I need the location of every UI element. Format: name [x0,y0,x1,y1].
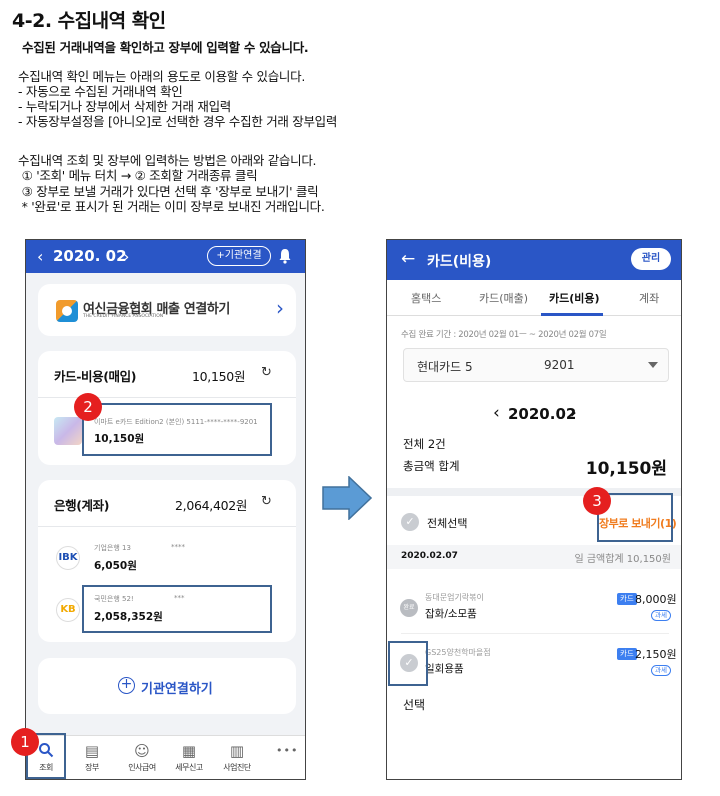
date-group-header: 2020.02.07 일 금액합계 10,150원 [387,545,681,569]
tab-account[interactable]: 계좌 [639,290,659,306]
nav-item-ledger[interactable]: ▤ 장부 [72,736,112,773]
divider [38,526,296,527]
divider [401,633,669,634]
category: 잡화/소모품 [425,608,477,620]
card-item-highlight [82,403,272,456]
tax-tag: 과세 [651,610,671,621]
month-label: 2020. 02 [53,247,127,265]
refresh-icon[interactable]: ↻ [261,365,272,380]
step-3-badge: 3 [583,487,611,515]
account-name: 기업은행 13 [94,544,131,552]
group-sum: 일 금액합계 10,150원 [574,554,671,565]
banner-subtext: THE CREDIT FINANCE ASSOCIATION [83,314,164,319]
group-date: 2020.02.07 [401,551,458,561]
dropdown-caret-icon [648,362,658,368]
checkbox-highlight [388,641,428,686]
chevron-left-icon[interactable]: ‹ [493,403,500,423]
total-amount-label: 총금액 합계 [403,459,460,473]
usage-line: - 자동으로 수집된 거래내역 확인 [18,84,183,99]
tax-icon: ▦ [181,742,197,760]
app-header: ‹ 2020. 02 › +기관연결 [26,240,305,273]
nav-label: 인사급여 [128,763,156,772]
method-line: ① '조회' 메뉴 터치 → ② 조회할 거래종류 클릭 [18,168,258,183]
active-tab-indicator [541,313,603,316]
chevron-right-icon[interactable]: › [123,247,129,266]
tax-tag: 과세 [651,665,671,676]
chevron-left-icon[interactable]: ‹ [37,247,43,266]
completed-badge: 완료 [400,599,418,617]
tab-hometax[interactable]: 홈택스 [411,290,441,306]
nav-item-tax[interactable]: ▦ 세무신고 [169,736,209,773]
section-title: 은행(계좌) [54,498,110,513]
nav-item-more[interactable]: ••• [265,736,305,760]
bell-icon[interactable] [278,248,292,264]
ledger-icon: ▤ [84,742,100,760]
card-tag: 카드 [617,593,637,605]
account-amount: 6,050원 [94,560,137,572]
transaction-amount: 2,150원 [635,648,677,661]
merchant-name: 동대문업기락볶이 [425,593,484,602]
doc-title: 4-2. 수집내역 확인 [12,10,166,32]
bottom-nav: 조회 ▤ 장부 ☺ 인사급여 ▦ 세무신고 ▥ 사업진단 ••• [26,735,305,779]
tab-card-expense[interactable]: 카드(비용) [549,290,600,306]
method-line: * '완료'로 표시가 된 거래는 이미 장부로 보내진 거래입니다. [18,199,325,214]
section-amount: 10,150원 [192,369,246,384]
total-amount: 10,150원 [585,459,667,479]
usage-line: - 누락되거나 장부에서 삭제한 거래 재입력 [18,99,231,114]
card-select-dropdown[interactable]: 현대카드 5 9201 [403,348,669,382]
section-title: 카드-비용(매입) [54,369,137,384]
nav-item-payroll[interactable]: ☺ 인사급여 [122,736,162,773]
account-masked: **** [171,543,185,551]
nav-label: 장부 [85,763,99,772]
association-logo-icon [56,300,78,322]
total-count: 전체 2건 [403,437,446,451]
month-label: 2020.02 [508,405,577,423]
finance-association-banner[interactable]: 여신금융협회 매출 연결하기 THE CREDIT FINANCE ASSOCI… [38,284,296,336]
card-select-number: 9201 [544,358,575,372]
tab-card-sales[interactable]: 카드(매출) [479,290,528,306]
usage-line: - 자동장부설정을 [아니오]로 선택한 경우 수집한 거래 장부입력 [18,114,338,129]
app-header: ← 카드(비용) 관리 [387,240,681,280]
person-icon: ☺ [134,742,150,760]
bar-chart-icon: ▥ [229,742,245,760]
card-image [54,417,82,445]
back-arrow-icon[interactable]: ← [401,249,415,269]
card-tag: 카드 [617,648,637,660]
page-title: 카드(비용) [427,254,492,270]
add-institution-button[interactable]: +기관연결 [207,246,271,266]
collection-period: 수집 완료 기간 : 2020년 02월 01ㅡ ~ 2020년 02월 07일 [401,330,607,340]
doc-subtitle: 수집된 거래내역을 확인하고 장부에 입력할 수 있습니다. [22,40,309,55]
nav-item-diagnosis[interactable]: ▥ 사업진단 [217,736,257,773]
flow-arrow-icon [322,476,372,520]
select-caption: 선택 [403,698,426,712]
bank-item-highlight [82,585,272,633]
left-phone-screen: ‹ 2020. 02 › +기관연결 여신금융협회 매출 연결하기 THE CR… [25,239,306,780]
refresh-icon[interactable]: ↻ [261,494,272,509]
usage-line: 수집내역 확인 메뉴는 아래의 용도로 이용할 수 있습니다. [18,69,305,84]
select-all-checkbox[interactable]: ✓ [401,513,419,531]
merchant-name: GS25양천학마을점 [425,648,491,657]
method-line: 수집내역 조회 및 장부에 입력하는 방법은 아래와 같습니다. [18,153,317,168]
category: 일회용품 [425,663,464,675]
step-1-badge: 1 [11,728,39,756]
more-icon: ••• [276,744,299,757]
card-select-value: 현대카드 5 [417,360,473,374]
add-institution-label: 기관연결하기 [141,682,213,697]
kb-logo-icon: KB [56,598,80,622]
chevron-right-icon: › [276,296,284,320]
tab-bar: 홈택스 카드(매출) 카드(비용) 계좌 [387,280,681,316]
plus-circle-icon: + [118,677,135,694]
ibk-logo-icon: IBK [56,546,80,570]
chevron-right-icon[interactable]: › [570,403,577,423]
manage-button[interactable]: 관리 [631,248,671,270]
add-institution-card[interactable]: + 기관연결하기 [38,658,296,714]
nav-label: 세무신고 [175,763,203,772]
select-all-label: 전체선택 [427,517,468,530]
section-amount: 2,064,402원 [175,498,248,513]
nav-label: 사업진단 [223,763,251,772]
step-2-badge: 2 [74,393,102,421]
transaction-amount: 8,000원 [635,593,677,606]
method-line: ③ 장부로 보낼 거래가 있다면 선택 후 '장부로 보내기' 클릭 [18,184,319,199]
